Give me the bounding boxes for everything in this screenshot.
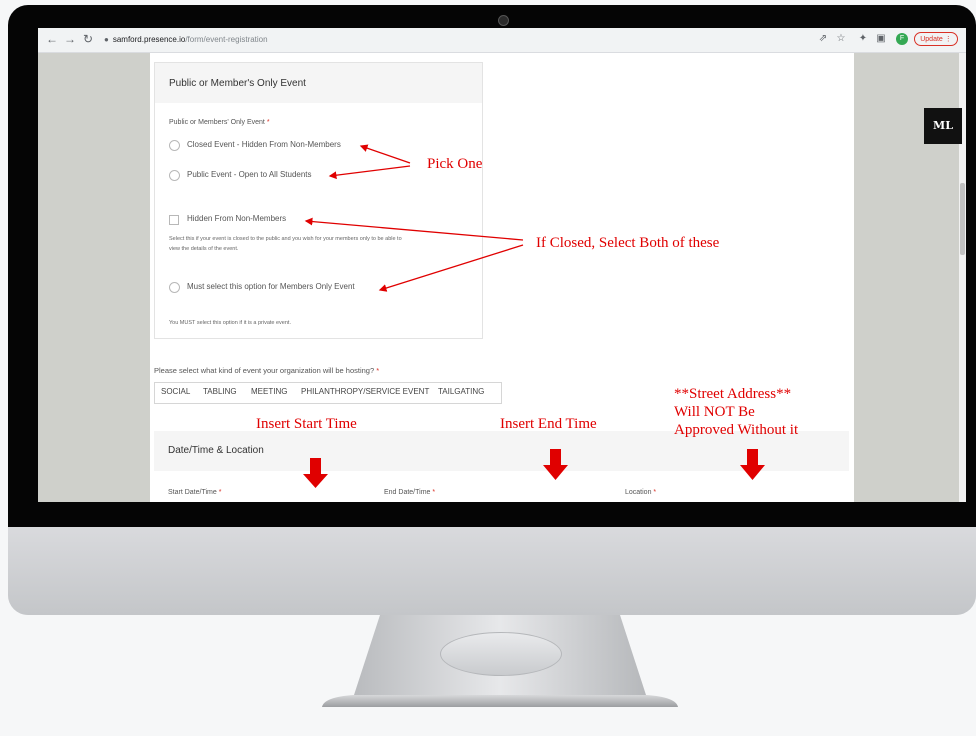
webcam [498,15,509,26]
annotation-insert-start: Insert Start Time [256,416,357,432]
annotation-insert-end: Insert End Time [500,416,597,432]
arrow-members-only [378,244,524,292]
annotation-pick-one: Pick One [427,156,483,172]
arrow-down-location [740,449,765,480]
annotation-street-line-1: **Street Address** [674,386,792,402]
arrow-public-event [328,165,411,180]
arrow-down-end [543,449,568,480]
annotation-street-line-2: Will NOT Be [674,404,755,420]
screen: ← → ↻ ● samford.presence.io/form/event-re… [38,28,966,502]
arrow-hidden-non-members [304,217,524,241]
arrow-down-start [303,458,328,488]
annotation-street-address: **Street Address** Will NOT Be Approved … [674,385,798,439]
annotation-street-line-3: Approved Without it [674,422,799,438]
arrow-closed-event [359,144,411,164]
stand-opening [440,632,562,676]
monitor: ← → ↻ ● samford.presence.io/form/event-re… [8,5,976,615]
annotation-if-closed: If Closed, Select Both of these [536,235,720,251]
monitor-chin [8,527,976,615]
